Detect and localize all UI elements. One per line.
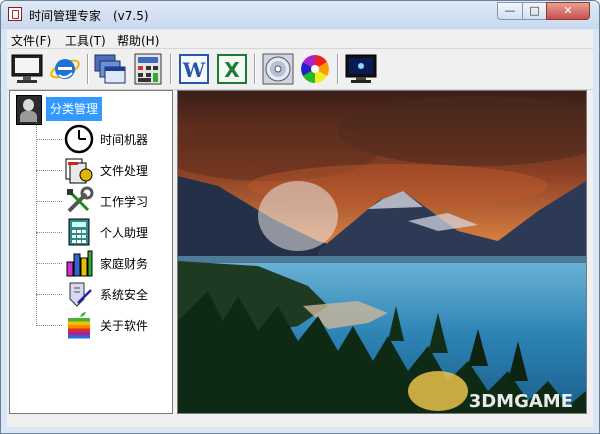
menu-tools[interactable]: 工具(T): [65, 32, 106, 49]
tree-item-system-security[interactable]: 系统安全: [36, 279, 172, 309]
toolbar-separator: [170, 54, 172, 84]
excel-icon: X: [217, 54, 247, 84]
color-button[interactable]: [299, 53, 331, 85]
close-icon: ✕: [563, 4, 573, 17]
tools-icon: [67, 186, 94, 213]
calculator-grid-icon: [134, 53, 162, 85]
stacked-windows-icon: [94, 54, 126, 84]
security-icon: [69, 282, 92, 307]
svg-text:X: X: [224, 58, 240, 82]
clock-icon: [64, 124, 94, 154]
tree-item-label: 个人助理: [100, 226, 149, 240]
minimize-icon: —: [504, 4, 516, 17]
tree-item-family-finance[interactable]: 家庭财务: [36, 248, 172, 278]
internet-explorer-icon: [50, 59, 80, 79]
tree-item-label: 系统安全: [100, 288, 149, 302]
tree-item-personal-assistant[interactable]: 个人助理: [36, 217, 172, 247]
menu-help[interactable]: 帮助(H): [117, 32, 159, 49]
display-button[interactable]: [345, 53, 377, 85]
menu-bar: 文件(F) 工具(T) 帮助(H): [7, 30, 593, 49]
maximize-icon: □: [529, 4, 540, 17]
tree-item-file-processing[interactable]: 文件处理: [36, 155, 172, 185]
close-button[interactable]: ✕: [546, 2, 590, 20]
bar-chart-icon: [66, 250, 93, 277]
app-icon: [8, 7, 22, 21]
window-title: 时间管理专家 (v7.5): [29, 9, 149, 23]
toolbar-separator: [87, 54, 89, 84]
user-photo-icon: [16, 95, 42, 125]
files-icon: [65, 158, 93, 184]
word-icon: W: [179, 54, 209, 84]
title-bar[interactable]: 时间管理专家 (v7.5) — □ ✕: [1, 1, 599, 29]
calculator-button[interactable]: [132, 53, 164, 85]
category-tree[interactable]: 分类管理 时间机器 文件处理 工作学习 个人助理 家庭财务 系统安全 关于软件: [9, 90, 173, 414]
lake-sunset-image: 3DMGAME: [178, 91, 586, 413]
minimize-button[interactable]: —: [497, 2, 523, 20]
tree-item-label: 文件处理: [100, 164, 149, 178]
word-button[interactable]: W: [178, 53, 210, 85]
tree-item-label: 家庭财务: [100, 257, 149, 271]
cd-button[interactable]: [262, 53, 294, 85]
cd-disc-icon: [262, 53, 294, 85]
windows-button[interactable]: [94, 53, 126, 85]
internet-explorer-button[interactable]: [49, 53, 81, 85]
tree-root-label[interactable]: 分类管理: [46, 97, 103, 121]
toolbar-separator: [254, 54, 256, 84]
svg-text:W: W: [182, 58, 206, 82]
maximize-button[interactable]: □: [522, 2, 547, 20]
main-content: 分类管理 时间机器 文件处理 工作学习 个人助理 家庭财务 系统安全 关于软件 …: [7, 90, 593, 427]
screen-display-icon: [345, 54, 377, 83]
menu-file[interactable]: 文件(F): [11, 32, 51, 49]
monitor-button[interactable]: [11, 53, 43, 85]
monitor-icon: [11, 54, 43, 83]
tree-item-label: 关于软件: [100, 319, 149, 333]
toolbar: W X: [7, 49, 593, 90]
watermark-text: 3DMGAME: [469, 391, 573, 412]
tree-item-about[interactable]: 关于软件: [36, 310, 172, 340]
app-window: 时间管理专家 (v7.5) — □ ✕ 文件(F) 工具(T) 帮助(H) W …: [0, 0, 600, 434]
tree-item-time-machine[interactable]: 时间机器: [36, 124, 172, 154]
color-wheel-icon: [301, 55, 329, 83]
tree-item-label: 工作学习: [100, 195, 149, 209]
toolbar-separator: [337, 54, 339, 84]
apple-icon: [68, 312, 90, 339]
landscape-photo: 3DMGAME: [177, 90, 587, 414]
excel-button[interactable]: X: [216, 53, 248, 85]
tree-item-work-study[interactable]: 工作学习: [36, 186, 172, 216]
tree-item-label: 时间机器: [100, 133, 149, 147]
calculator-icon: [68, 218, 90, 246]
